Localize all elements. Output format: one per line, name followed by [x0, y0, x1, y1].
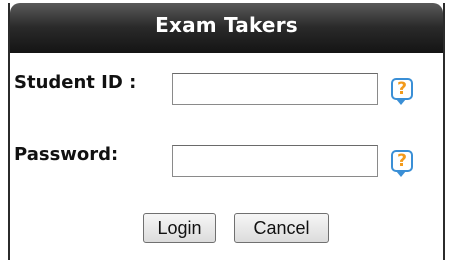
login-button[interactable]: Login [143, 213, 216, 243]
password-label: Password: [14, 144, 119, 165]
student-id-help-icon[interactable]: ? [391, 78, 413, 105]
cancel-button[interactable]: Cancel [234, 213, 329, 243]
login-panel: Exam Takers Student ID : ? Password: ? L… [8, 3, 445, 260]
password-input[interactable] [172, 145, 378, 177]
password-help-icon[interactable]: ? [391, 150, 413, 177]
student-id-label: Student ID : [14, 72, 137, 93]
panel-header: Exam Takers [10, 3, 443, 53]
panel-title: Exam Takers [155, 13, 298, 37]
student-id-input[interactable] [172, 73, 378, 105]
